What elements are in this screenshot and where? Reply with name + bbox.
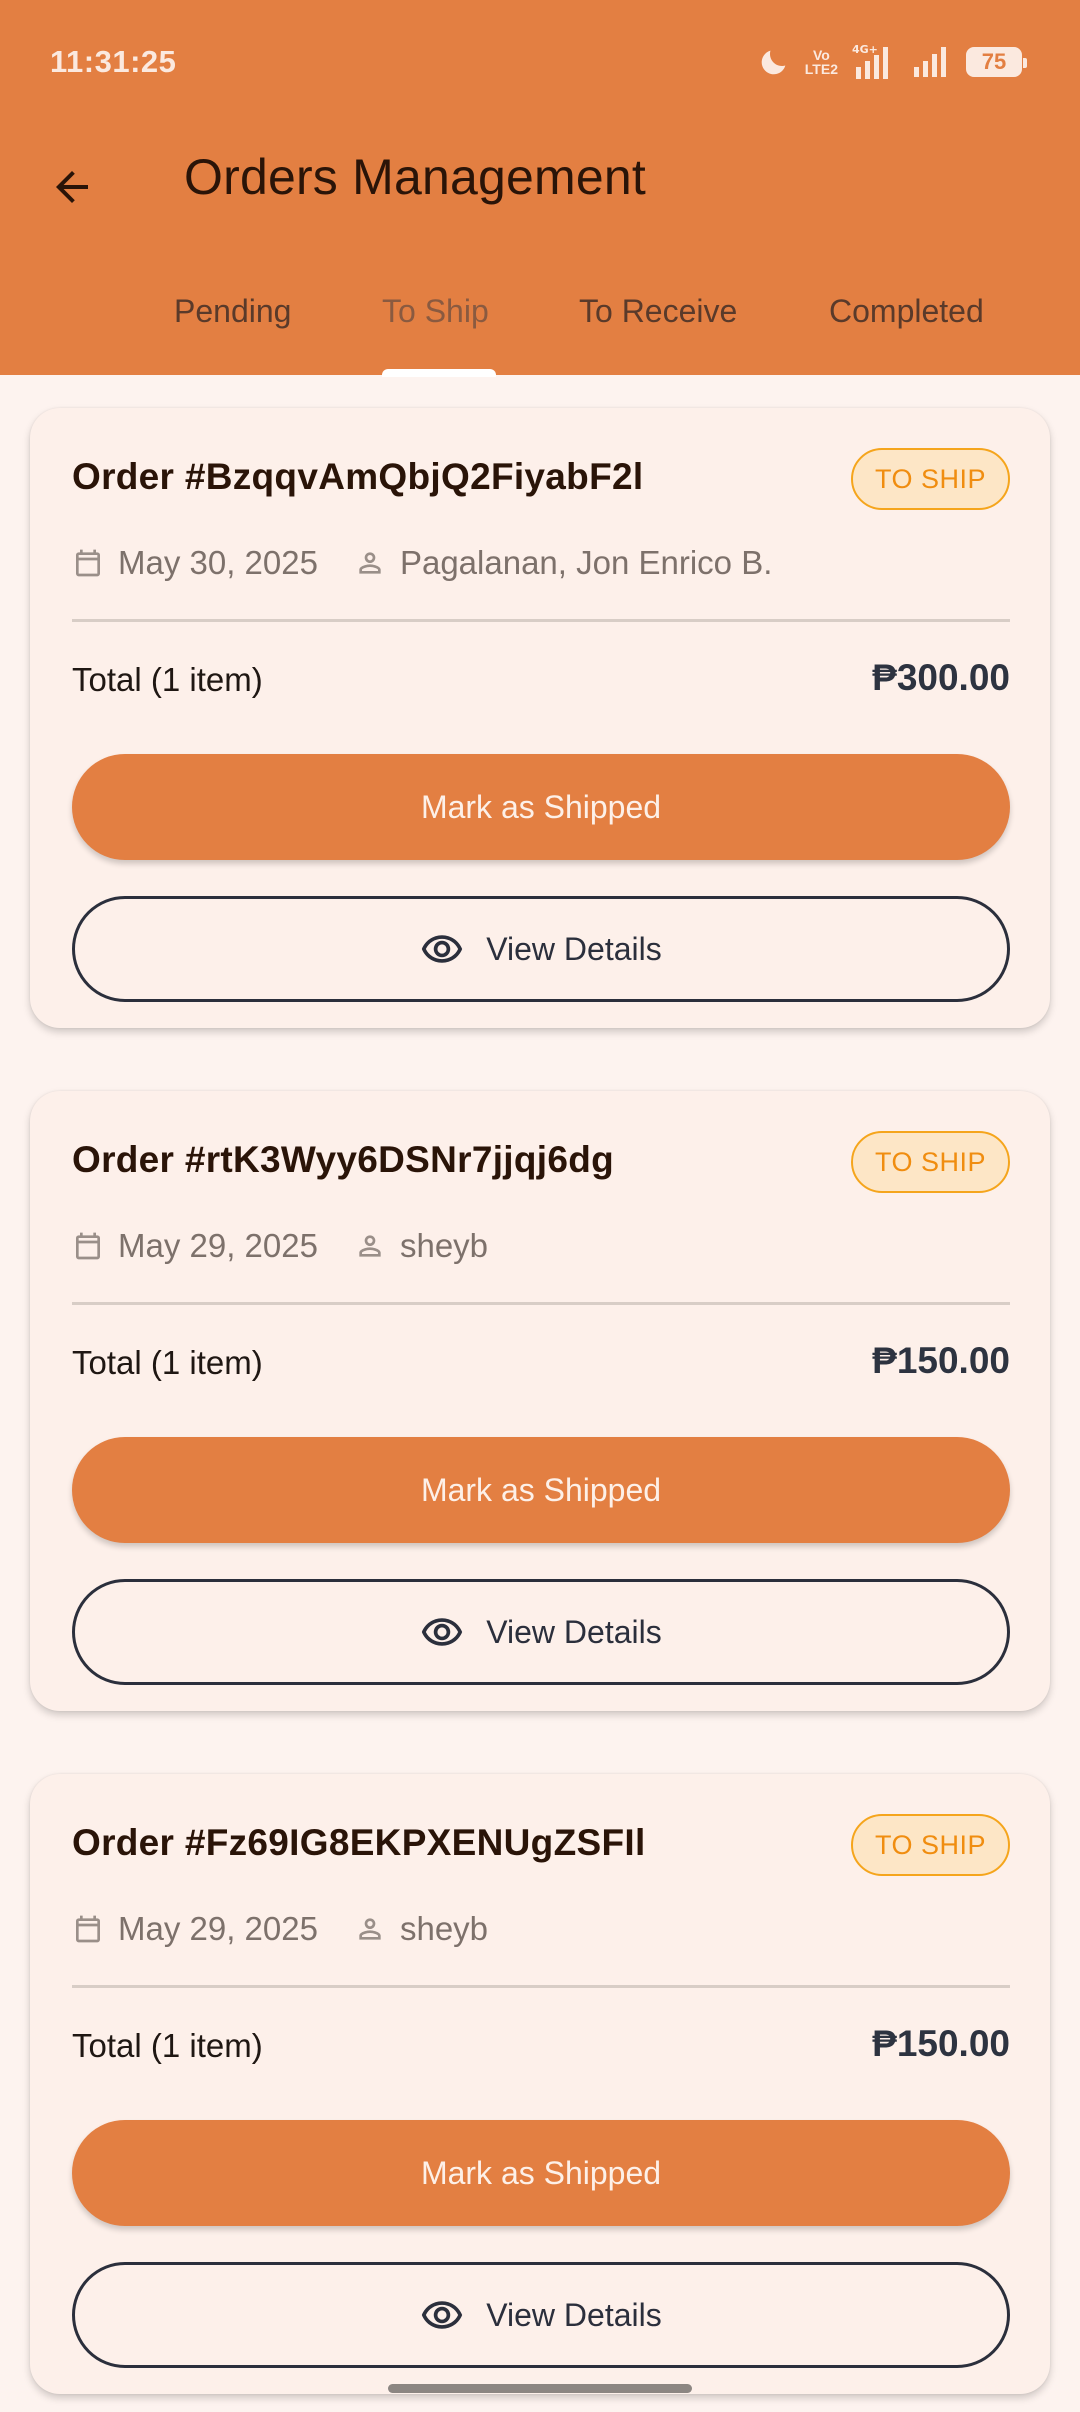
person-icon	[359, 1235, 381, 1257]
status-badge: TO SHIP	[850, 1814, 1010, 1876]
eye-icon	[422, 2301, 463, 2329]
order-card: Order #Fz69IG8EKPXENUgZSFIl TO SHIP May …	[30, 1774, 1050, 2394]
svg-text:4G+: 4G+	[852, 43, 878, 56]
view-details-label: View Details	[486, 2296, 662, 2333]
home-indicator[interactable]	[388, 2384, 692, 2393]
volte-icon: Vo LTE2	[804, 47, 838, 77]
order-meta: May 30, 2025 Pagalanan, Jon Enrico B.	[72, 544, 772, 582]
tab-completed[interactable]: Completed	[829, 293, 984, 330]
order-date: May 29, 2025	[118, 1227, 318, 1264]
page-title: Orders Management	[184, 149, 646, 205]
status-bar: 11:31:25 Vo LTE2 4G+ 75	[0, 0, 1080, 124]
status-time: 11:31:25	[50, 44, 177, 79]
moon-icon	[761, 50, 786, 75]
divider	[72, 1985, 1010, 1988]
total-amount: ₱300.00	[872, 657, 1010, 698]
total-label: Total (1 item)	[72, 661, 263, 698]
view-details-button[interactable]: View Details	[72, 896, 1010, 1002]
back-button[interactable]	[40, 155, 104, 219]
total-label: Total (1 item)	[72, 1344, 263, 1381]
order-id: Order #BzqqvAmQbjQ2FiyabF2l	[72, 456, 644, 497]
title-bar: Orders Management	[0, 140, 1080, 230]
eye-icon	[422, 1618, 463, 1646]
order-date: May 30, 2025	[118, 544, 318, 581]
view-details-label: View Details	[486, 930, 662, 967]
order-date: May 29, 2025	[118, 1910, 318, 1947]
tab-pending[interactable]: Pending	[174, 293, 291, 330]
arrow-left-icon	[56, 171, 88, 203]
customer-name: sheyb	[399, 1227, 489, 1264]
person-icon	[359, 1918, 381, 1940]
total-amount: ₱150.00	[872, 2023, 1010, 2064]
person-icon	[359, 552, 381, 574]
tab-to-ship[interactable]: To Ship	[382, 293, 489, 330]
view-details-button[interactable]: View Details	[72, 1579, 1010, 1685]
status-icons: Vo LTE2 4G+ 75	[757, 43, 1027, 81]
tab-to-receive[interactable]: To Receive	[579, 293, 737, 330]
order-id: Order #rtK3Wyy6DSNr7jjqj6dg	[72, 1139, 615, 1180]
status-badge: TO SHIP	[850, 448, 1010, 510]
divider	[72, 619, 1010, 622]
signal-4g-icon: 4G+	[852, 43, 888, 79]
order-card: Order #rtK3Wyy6DSNr7jjqj6dg TO SHIP May …	[30, 1091, 1050, 1711]
mark-as-shipped-button[interactable]: Mark as Shipped	[72, 2120, 1010, 2226]
tab-bar: Pending To Ship To Receive Completed	[0, 275, 1080, 377]
order-id: Order #Fz69IG8EKPXENUgZSFIl	[72, 1822, 646, 1863]
calendar-icon	[76, 549, 100, 577]
calendar-icon	[76, 1232, 100, 1260]
mark-as-shipped-button[interactable]: Mark as Shipped	[72, 754, 1010, 860]
signal-icon	[914, 47, 946, 77]
view-details-button[interactable]: View Details	[72, 2262, 1010, 2368]
battery-icon: 75	[966, 47, 1027, 77]
customer-name: sheyb	[399, 1910, 489, 1947]
mark-as-shipped-button[interactable]: Mark as Shipped	[72, 1437, 1010, 1543]
divider	[72, 1302, 1010, 1305]
status-badge: TO SHIP	[850, 1131, 1010, 1193]
tab-indicator	[382, 369, 496, 377]
order-card: Order #BzqqvAmQbjQ2FiyabF2l TO SHIP May …	[30, 408, 1050, 1028]
calendar-icon	[76, 1915, 100, 1943]
customer-name: Pagalanan, Jon Enrico B.	[399, 544, 773, 581]
app-bar: 11:31:25 Vo LTE2 4G+ 75 Orders Managemen…	[0, 0, 1080, 377]
order-meta: May 29, 2025 sheyb	[72, 1227, 488, 1265]
view-details-label: View Details	[486, 1613, 662, 1650]
order-meta: May 29, 2025 sheyb	[72, 1910, 488, 1948]
eye-icon	[422, 935, 463, 963]
total-label: Total (1 item)	[72, 2027, 263, 2064]
total-amount: ₱150.00	[872, 1340, 1010, 1381]
